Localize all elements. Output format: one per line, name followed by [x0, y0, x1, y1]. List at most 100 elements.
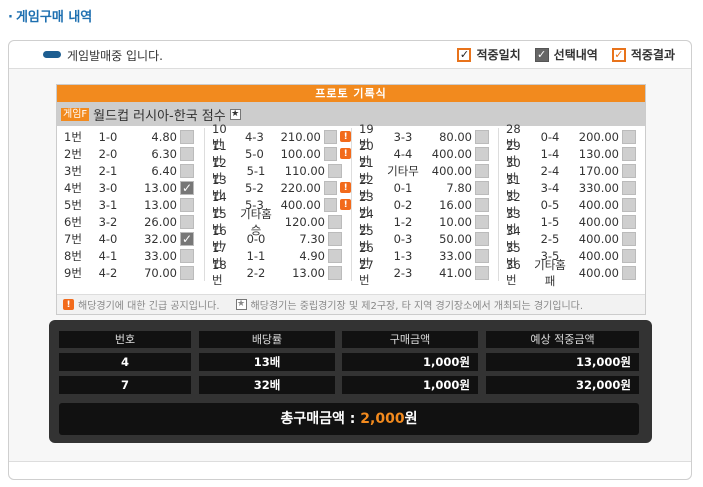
option-score: 4-1 — [98, 248, 118, 263]
total-unit: 원 — [404, 411, 418, 427]
selection-checkbox[interactable] — [180, 197, 194, 212]
selection-checkbox[interactable] — [475, 146, 489, 161]
option-odds: 100.00 — [280, 146, 321, 161]
option-odds: 400.00 — [578, 265, 619, 280]
summary-cell-no: 4 — [59, 353, 191, 371]
selection-checkbox[interactable] — [180, 248, 194, 263]
selection-checkbox[interactable] — [328, 214, 342, 229]
legend: ✓ 적중일치 ✓ 선택내역 ✓ 적중결과 — [457, 46, 675, 63]
selection-checkbox[interactable] — [180, 265, 194, 280]
selection-checkbox[interactable] — [475, 248, 489, 263]
option-number: 2번 — [64, 146, 82, 161]
selection-checkbox[interactable] — [180, 214, 194, 229]
odds-row: 7번 4-0 32.00 ✓ — [57, 230, 204, 247]
option-number: 7번 — [64, 231, 82, 246]
option-odds: 4.80 — [151, 129, 177, 144]
selection-checkbox[interactable] — [328, 248, 342, 263]
game-tag: 게임F — [61, 107, 90, 121]
selection-checkbox[interactable] — [622, 146, 636, 161]
option-score: 1-0 — [98, 129, 118, 144]
option-odds: 41.00 — [439, 265, 472, 280]
option-number: 4번 — [64, 180, 82, 195]
odds-row: 2번 2-0 6.30 — [57, 145, 204, 162]
option-odds: 32.00 — [144, 231, 177, 246]
option-odds: 400.00 — [578, 197, 619, 212]
odds-row: 5번 3-1 13.00 — [57, 196, 204, 213]
selection-checkbox[interactable] — [622, 214, 636, 229]
selection-checkbox[interactable] — [323, 197, 338, 212]
selection-checkbox[interactable] — [475, 129, 489, 144]
selection-checkbox[interactable] — [622, 265, 636, 280]
proto-header: 프로토 기록식 — [57, 85, 645, 102]
selection-checkbox[interactable] — [622, 248, 636, 263]
option-score: 0-5 — [540, 197, 560, 212]
selection-checkbox[interactable]: ✓ — [180, 180, 194, 195]
option-odds: 400.00 — [578, 231, 619, 246]
odds-row: 36번 기타홈패 400.00 — [499, 258, 645, 288]
option-odds: 7.80 — [446, 180, 472, 195]
selection-checkbox[interactable] — [622, 129, 636, 144]
status-indicator-icon — [43, 51, 61, 58]
legend-result: ✓ 적중결과 — [611, 46, 675, 63]
selection-checkbox[interactable] — [475, 265, 489, 280]
option-odds: 400.00 — [578, 248, 619, 263]
option-score: 5-0 — [244, 146, 264, 161]
option-score: 2-1 — [98, 163, 118, 178]
option-number: 27번 — [359, 257, 374, 287]
page-title: · 게임구매 내역 — [8, 10, 93, 25]
selection-checkbox[interactable] — [328, 265, 342, 280]
status-text: 게임발매중 입니다. — [67, 49, 163, 63]
selection-checkbox[interactable] — [323, 129, 338, 144]
page-title-text: 게임구매 내역 — [15, 10, 93, 25]
selection-checkbox[interactable] — [323, 146, 338, 161]
check-icon: ✓ — [611, 47, 626, 62]
panel-footer — [9, 461, 691, 479]
option-odds: 400.00 — [431, 146, 472, 161]
selection-checkbox[interactable] — [475, 163, 489, 178]
odds-grid: 1번 1-0 4.80 2번 2-0 6.30 3번 2-1 6.40 4번 3-0 13.00 ✓ 5번… — [57, 122, 645, 288]
selection-checkbox[interactable] — [180, 146, 194, 161]
option-score: 5-2 — [244, 180, 264, 195]
option-score: 0-1 — [393, 180, 413, 195]
option-odds: 6.30 — [151, 146, 177, 161]
selection-checkbox[interactable] — [622, 163, 636, 178]
odds-column: 28번 0-4 200.00 29번 1-4 130.00 30번 2-4 170.00 31번 3… — [498, 122, 645, 288]
odds-row: 1번 1-0 4.80 — [57, 128, 204, 145]
option-score: 기타홈패 — [534, 257, 566, 288]
option-odds: 50.00 — [439, 231, 472, 246]
summary-header-amount: 구매금액 — [342, 331, 478, 348]
selection-checkbox[interactable] — [475, 180, 489, 195]
option-odds: 13.00 — [292, 265, 325, 280]
option-number: 18번 — [212, 257, 227, 287]
selection-checkbox[interactable] — [180, 129, 194, 144]
option-odds: 33.00 — [144, 248, 177, 263]
summary-header-no: 번호 — [59, 331, 191, 348]
selection-checkbox[interactable] — [328, 231, 342, 246]
selection-checkbox[interactable] — [180, 163, 194, 178]
odds-row: 3번 2-1 6.40 — [57, 162, 204, 179]
selection-checkbox[interactable] — [622, 231, 636, 246]
selection-checkbox[interactable] — [622, 180, 636, 195]
option-odds: 13.00 — [144, 197, 177, 212]
selection-checkbox[interactable] — [475, 197, 489, 212]
total-amount-bar: 총구매금액 : 2,000원 — [59, 403, 639, 435]
odds-column: 10번 4-3 210.00! 11번 5-0 100.00! 12번 5-1 110.00 13… — [204, 122, 351, 287]
selection-checkbox[interactable] — [323, 180, 338, 195]
option-odds: 400.00 — [431, 163, 472, 178]
selection-checkbox[interactable] — [328, 163, 342, 178]
option-odds: 400.00 — [578, 214, 619, 229]
summary-cell-odds: 32배 — [199, 376, 335, 394]
proto-sheet: 프로토 기록식 게임F 월드컵 러시아-한국 점수 ★ 1번 1-0 4.80 2번 2… — [56, 84, 646, 315]
option-score: 3-3 — [393, 129, 413, 144]
selection-checkbox[interactable] — [475, 214, 489, 229]
summary-header-odds: 배당률 — [199, 331, 335, 348]
status-bar: 게임발매중 입니다. ✓ 적중일치 ✓ 선택내역 ✓ 적중결과 — [9, 41, 691, 69]
selection-checkbox[interactable] — [622, 197, 636, 212]
selection-checkbox[interactable]: ✓ — [180, 231, 194, 246]
option-odds: 80.00 — [439, 129, 472, 144]
selection-checkbox[interactable] — [475, 231, 489, 246]
option-odds: 400.00 — [280, 197, 321, 212]
odds-row: 27번 2-3 41.00 — [352, 258, 498, 287]
odds-row: 8번 4-1 33.00 — [57, 247, 204, 264]
option-score: 2-0 — [98, 146, 118, 161]
